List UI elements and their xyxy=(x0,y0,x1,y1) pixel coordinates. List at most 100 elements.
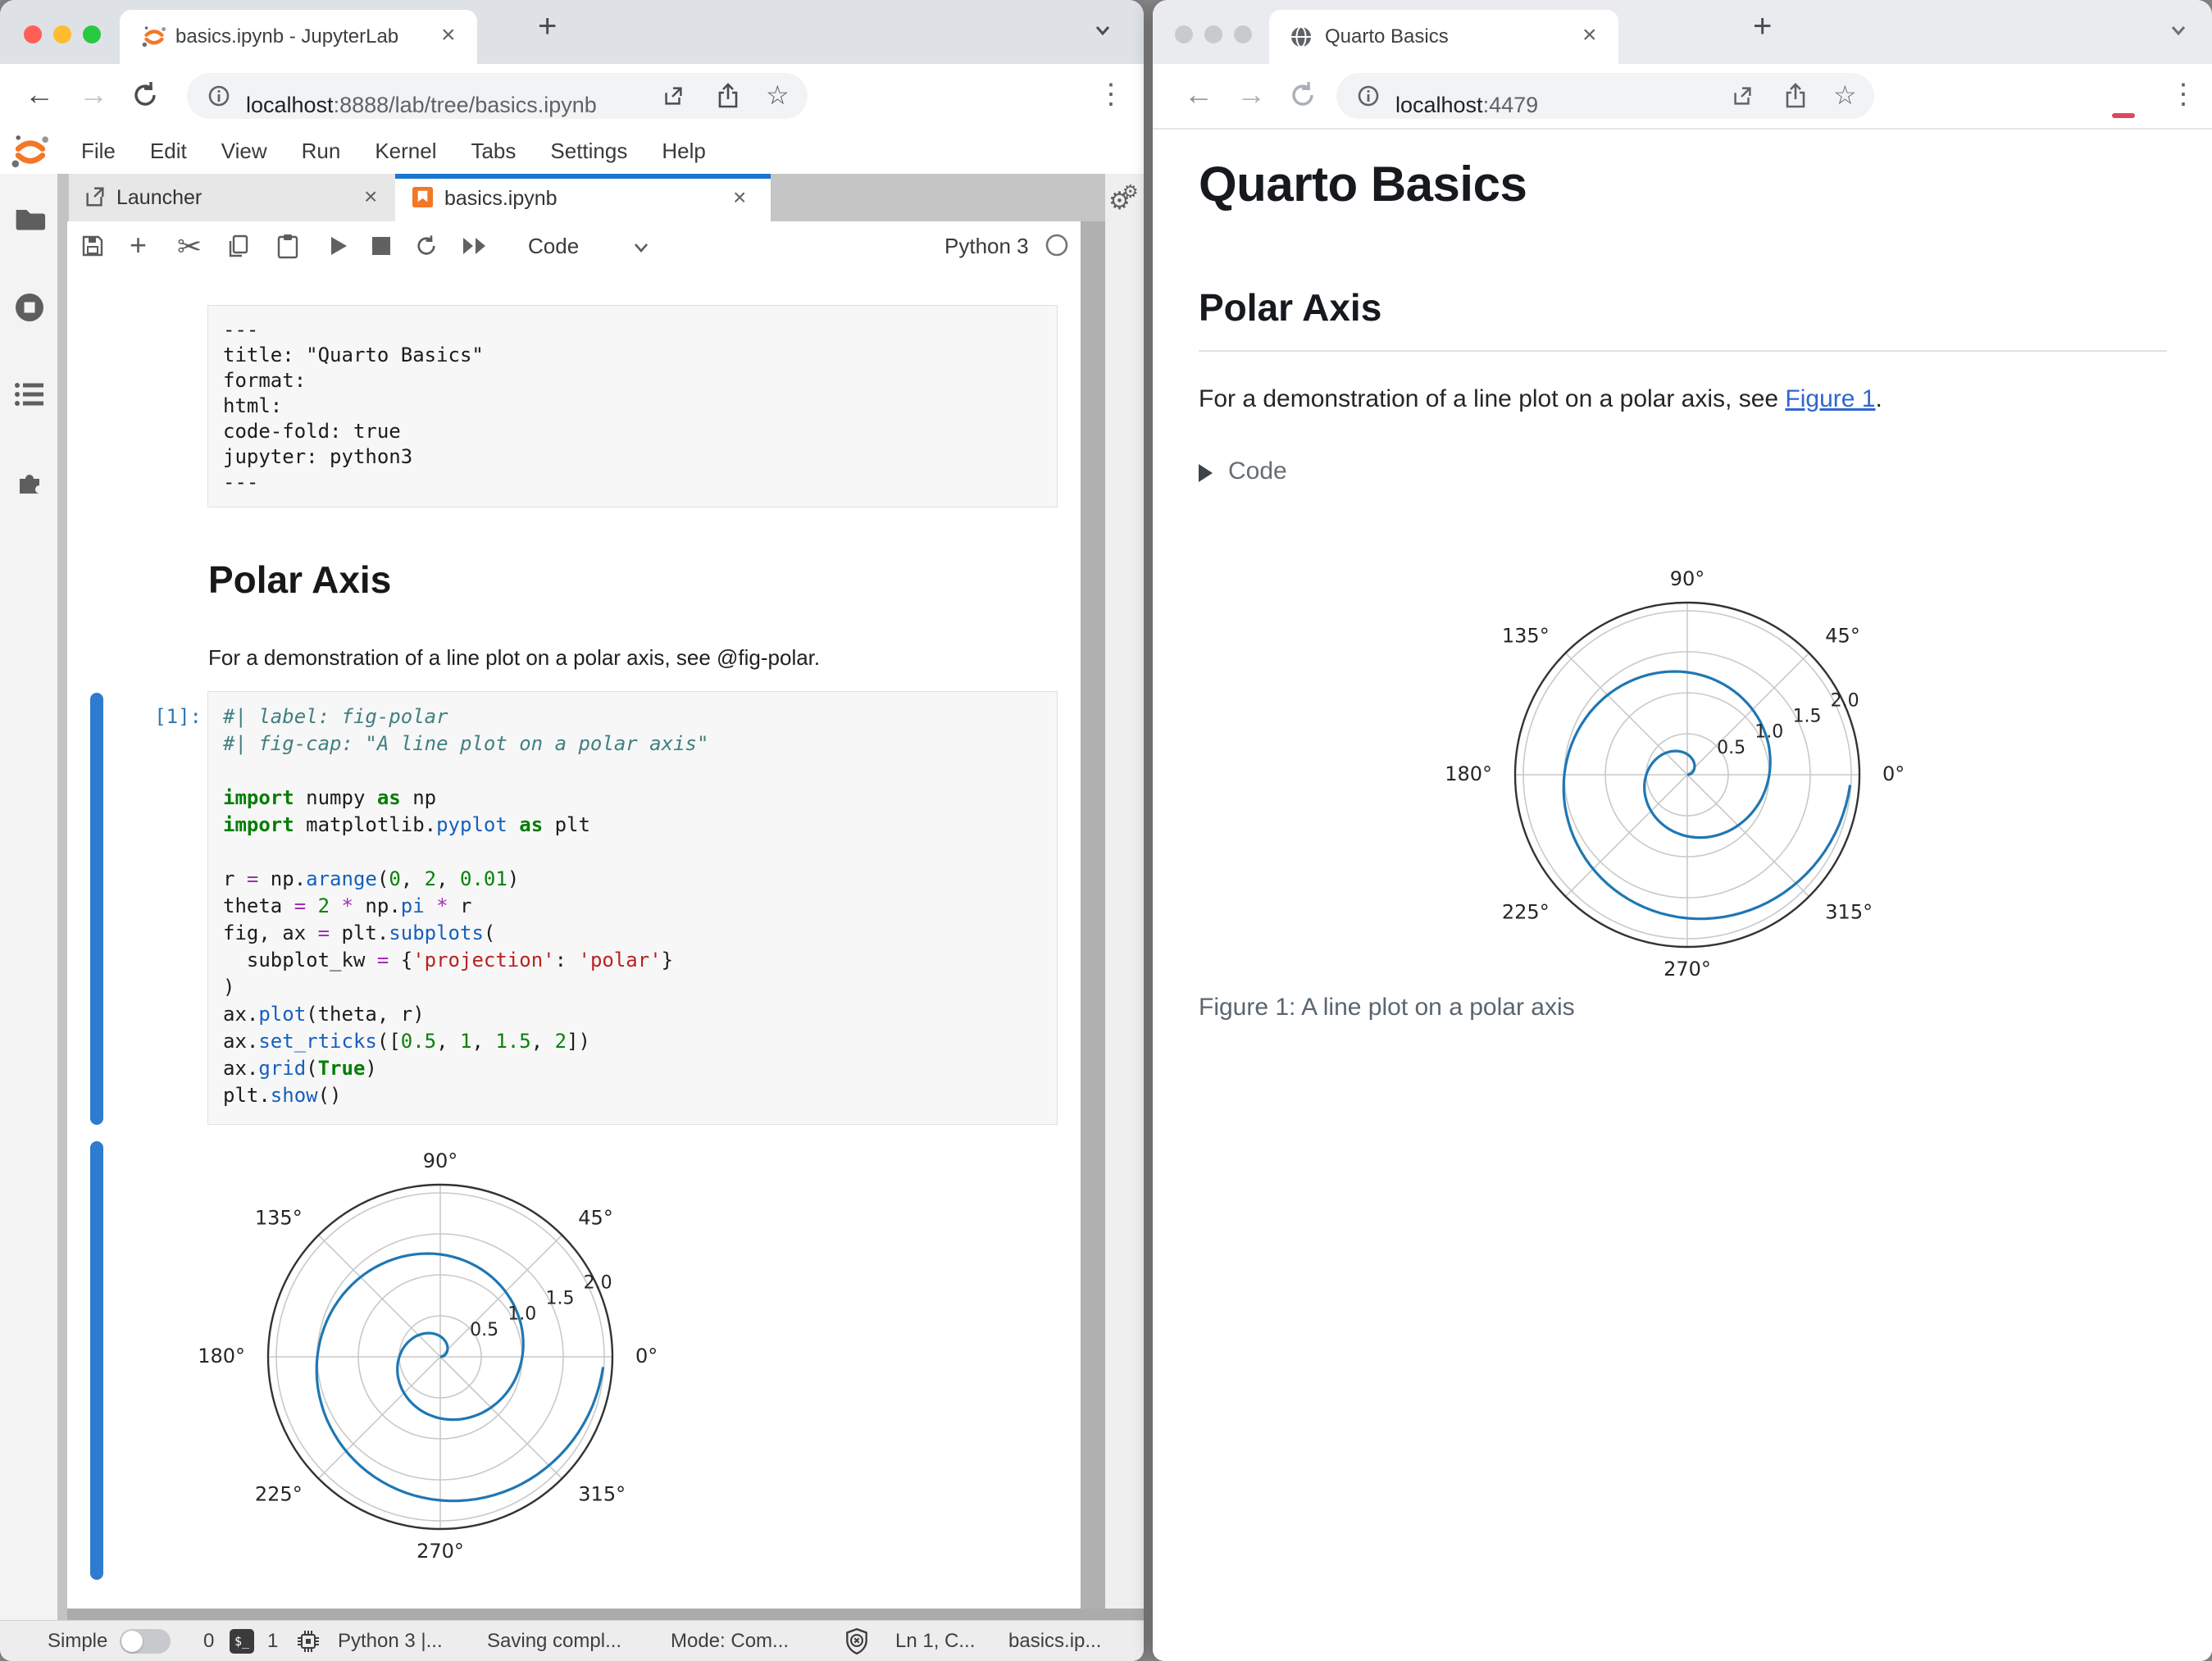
menu-item-tabs[interactable]: Tabs xyxy=(453,128,533,174)
bookmark-star-icon[interactable]: ☆ xyxy=(1833,80,1857,111)
restart-kernel-icon[interactable] xyxy=(413,233,439,263)
traffic-light-zoom-icon[interactable] xyxy=(1234,25,1252,43)
open-in-window-icon[interactable] xyxy=(1730,84,1755,112)
jupyterlab-browser-window: basics.ipynb - JupyterLab × + ← → localh… xyxy=(0,0,1144,1661)
saving-status-text: Saving compl... xyxy=(487,1630,622,1652)
cut-cells-icon[interactable]: ✂ xyxy=(177,230,202,264)
address-bar[interactable]: localhost:4479 ☆ xyxy=(1336,73,1874,119)
browser-menu-icon[interactable]: ⋮ xyxy=(2169,78,2197,111)
back-icon[interactable]: ← xyxy=(25,77,54,111)
copy-cells-icon[interactable] xyxy=(226,234,251,262)
menu-item-edit[interactable]: Edit xyxy=(133,128,204,174)
browser-toolbar: ← → localhost:4479 ☆ ⋮ xyxy=(1153,64,2212,130)
new-tab-button[interactable]: + xyxy=(538,8,557,45)
svg-text:2.0: 2.0 xyxy=(1831,690,1859,711)
dock-tab-close-icon[interactable]: × xyxy=(364,184,377,210)
save-icon[interactable] xyxy=(80,234,105,262)
code-fold-triangle-icon[interactable] xyxy=(1199,464,1213,482)
open-in-window-icon[interactable] xyxy=(661,84,685,112)
menu-item-kernel[interactable]: Kernel xyxy=(357,128,453,174)
notebook-content[interactable]: --- title: "Quarto Basics" format: html: c… xyxy=(67,272,1081,1609)
output-collapser[interactable] xyxy=(90,1141,103,1580)
file-browser-icon[interactable] xyxy=(13,203,46,237)
notebook-bottom-scrollbar[interactable] xyxy=(67,1609,1144,1620)
traffic-light-close-icon[interactable] xyxy=(1175,25,1193,43)
reload-icon[interactable] xyxy=(130,80,161,115)
svg-text:90°: 90° xyxy=(1670,567,1705,590)
launcher-icon xyxy=(84,185,107,212)
right-panel-gutter[interactable] xyxy=(1081,221,1105,1609)
tab-close-icon[interactable]: × xyxy=(1582,21,1597,49)
figure-link[interactable]: Figure 1 xyxy=(1785,385,1875,412)
restart-run-all-icon[interactable] xyxy=(461,234,489,262)
kernel-sessions-icon[interactable] xyxy=(295,1628,321,1660)
dock-tab-label: Launcher xyxy=(116,186,203,209)
share-icon[interactable] xyxy=(1782,82,1809,114)
forward-icon[interactable]: → xyxy=(1236,77,1266,111)
address-bar[interactable]: localhost:8888/lab/tree/basics.ipynb ☆ xyxy=(187,73,808,119)
bookmark-star-icon[interactable]: ☆ xyxy=(766,80,790,111)
svg-text:180°: 180° xyxy=(198,1345,245,1367)
cell-type-select[interactable]: Code xyxy=(528,234,579,259)
svg-text:0°: 0° xyxy=(1882,762,1905,785)
svg-text:1.0: 1.0 xyxy=(1755,722,1783,743)
menu-item-settings[interactable]: Settings xyxy=(533,128,644,174)
jupyter-logo xyxy=(10,131,51,176)
reload-icon[interactable] xyxy=(1287,80,1318,115)
table-of-contents-icon[interactable] xyxy=(12,379,47,414)
menu-item-help[interactable]: Help xyxy=(644,128,722,174)
browser-tab[interactable]: basics.ipynb - JupyterLab × xyxy=(120,10,477,64)
svg-text:90°: 90° xyxy=(423,1149,458,1172)
tab-close-icon[interactable]: × xyxy=(441,21,456,49)
running-kernels-icon[interactable] xyxy=(12,290,47,329)
dock-tab-notebook[interactable]: basics.ipynb × xyxy=(395,174,771,221)
code-cell[interactable]: #| label: fig-polar #| fig-cap: "A line p… xyxy=(207,691,1058,1125)
simple-mode-toggle[interactable] xyxy=(120,1629,171,1654)
site-info-icon[interactable] xyxy=(1356,84,1381,112)
paste-cells-icon[interactable] xyxy=(275,233,300,263)
section-divider xyxy=(1199,350,2167,352)
traffic-light-zoom-icon[interactable] xyxy=(83,25,101,43)
browser-tab[interactable]: Quarto Basics × xyxy=(1269,10,1618,64)
share-icon[interactable] xyxy=(715,82,741,114)
mode-indicator[interactable]: Mode: Com... xyxy=(671,1630,789,1653)
cell-type-chevron-icon[interactable] xyxy=(631,241,651,258)
traffic-light-close-icon[interactable] xyxy=(24,25,42,43)
terminal-icon[interactable]: $_ xyxy=(230,1629,254,1654)
code-fold-label[interactable]: Code xyxy=(1228,457,1287,485)
site-info-icon[interactable] xyxy=(207,84,231,112)
tab-search-chevron-icon[interactable] xyxy=(1090,21,1115,43)
raw-cell[interactable]: --- title: "Quarto Basics" format: html: c… xyxy=(207,305,1058,507)
stop-kernel-icon[interactable] xyxy=(372,237,390,259)
kernel-status-text[interactable]: Python 3 |... xyxy=(338,1630,443,1653)
url-text[interactable]: localhost:8888/lab/tree/basics.ipynb xyxy=(246,93,597,118)
menu-item-file[interactable]: File xyxy=(64,128,133,174)
svg-text:1.5: 1.5 xyxy=(545,1289,574,1309)
menu-item-view[interactable]: View xyxy=(204,128,284,174)
forward-icon[interactable]: → xyxy=(79,77,108,111)
new-tab-button[interactable]: + xyxy=(1753,8,1772,45)
extension-manager-icon[interactable] xyxy=(13,466,46,503)
dock-tab-launcher[interactable]: Launcher × xyxy=(69,174,397,221)
browser-toolbar: ← → localhost:8888/lab/tree/basics.ipynb… xyxy=(0,64,1144,130)
property-inspector-gears-icon[interactable]: ⚙⚙ xyxy=(1108,181,1144,216)
kernel-status-icon[interactable] xyxy=(1045,233,1069,262)
url-text[interactable]: localhost:4479 xyxy=(1395,93,1538,118)
add-cell-icon[interactable]: + xyxy=(130,228,147,262)
back-icon[interactable]: ← xyxy=(1184,77,1213,111)
quarto-page: Quarto Basics Polar Axis For a demonstra… xyxy=(1153,130,2212,1661)
traffic-light-minimize-icon[interactable] xyxy=(1204,25,1222,43)
input-collapser[interactable] xyxy=(90,693,103,1125)
dock-tab-close-icon[interactable]: × xyxy=(733,184,746,211)
cursor-position[interactable]: Ln 1, C... xyxy=(895,1630,975,1653)
raw-cell-source: --- title: "Quarto Basics" format: html: c… xyxy=(223,318,484,494)
menu-item-run[interactable]: Run xyxy=(284,128,358,174)
browser-menu-icon[interactable]: ⋮ xyxy=(1097,78,1125,111)
kernel-name[interactable]: Python 3 xyxy=(944,234,1029,259)
traffic-light-minimize-icon[interactable] xyxy=(53,25,71,43)
jupyterlab-statusbar: Simple 0 $_ 1 Python 3 |... Saving compl… xyxy=(0,1620,1144,1661)
tab-search-chevron-icon[interactable] xyxy=(2166,21,2191,43)
run-cell-icon[interactable] xyxy=(328,234,349,262)
jupyterlab-menu: File Edit View Run Kernel Tabs Settings Help xyxy=(64,128,723,174)
trust-shield-icon[interactable] xyxy=(844,1627,869,1661)
